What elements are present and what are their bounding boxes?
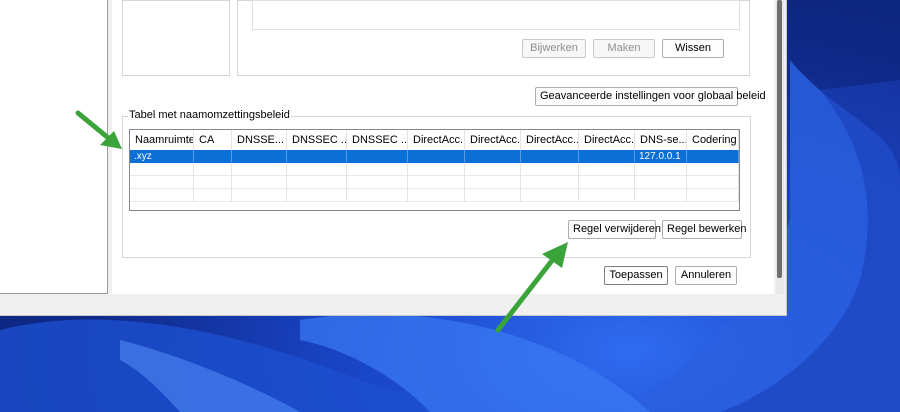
apply-button[interactable]: Toepassen — [604, 266, 668, 285]
column-header[interactable]: DirectAcc... — [521, 130, 579, 150]
dns-policy-dialog: Bijwerken Maken Wissen Geavanceerde inst… — [0, 0, 787, 316]
clear-button[interactable]: Wissen — [662, 39, 724, 58]
table-cell — [521, 150, 579, 163]
table-cell: 127.0.0.1 — [635, 150, 687, 163]
column-header[interactable]: Codering — [687, 130, 739, 150]
column-header[interactable]: DNS-se... — [635, 130, 687, 150]
cancel-button[interactable]: Annuleren — [675, 266, 737, 285]
column-header[interactable]: DNSSE... — [232, 130, 287, 150]
column-header[interactable]: Naamruimte — [130, 130, 194, 150]
table-row-empty — [130, 176, 739, 189]
table-cell — [687, 150, 739, 163]
table-cell — [194, 150, 232, 163]
rule-text-area[interactable] — [252, 0, 740, 30]
table-header: Naamruimte CA DNSSE... DNSSEC ... DNSSEC… — [130, 130, 739, 150]
table-row-empty — [130, 163, 739, 176]
policy-table-title: Tabel met naamomzettingsbeleid — [128, 109, 291, 121]
column-header[interactable]: DirectAcc... — [408, 130, 465, 150]
create-button[interactable]: Maken — [593, 39, 655, 58]
arrow-annotation-icon — [495, 242, 568, 333]
table-cell — [579, 150, 635, 163]
edit-rule-button[interactable]: Regel bewerken — [662, 220, 747, 239]
advanced-global-settings-button[interactable]: Geavanceerde instellingen voor globaal b… — [535, 87, 766, 106]
column-header[interactable]: DirectAcc... — [465, 130, 521, 150]
column-header[interactable]: DirectAcc... — [579, 130, 635, 150]
update-button[interactable]: Bijwerken — [522, 39, 586, 58]
delete-rule-button[interactable]: Regel verwijderen — [568, 220, 661, 239]
scrollbar-thumb[interactable] — [777, 0, 782, 278]
policy-table[interactable]: Naamruimte CA DNSSE... DNSSEC ... DNSSEC… — [129, 129, 740, 211]
upper-left-group — [122, 0, 230, 76]
arrow-annotation-icon — [75, 110, 122, 149]
table-cell — [408, 150, 465, 163]
table-cell — [287, 150, 347, 163]
table-row-empty — [130, 189, 739, 202]
column-header[interactable]: CA — [194, 130, 232, 150]
table-row[interactable]: .xyz 127.0.0.1 — [130, 150, 739, 163]
table-cell: .xyz — [130, 150, 194, 163]
table-cell — [347, 150, 408, 163]
table-cell — [465, 150, 521, 163]
table-cell — [232, 150, 287, 163]
column-header[interactable]: DNSSEC ... — [287, 130, 347, 150]
column-header[interactable]: DNSSEC ... — [347, 130, 408, 150]
